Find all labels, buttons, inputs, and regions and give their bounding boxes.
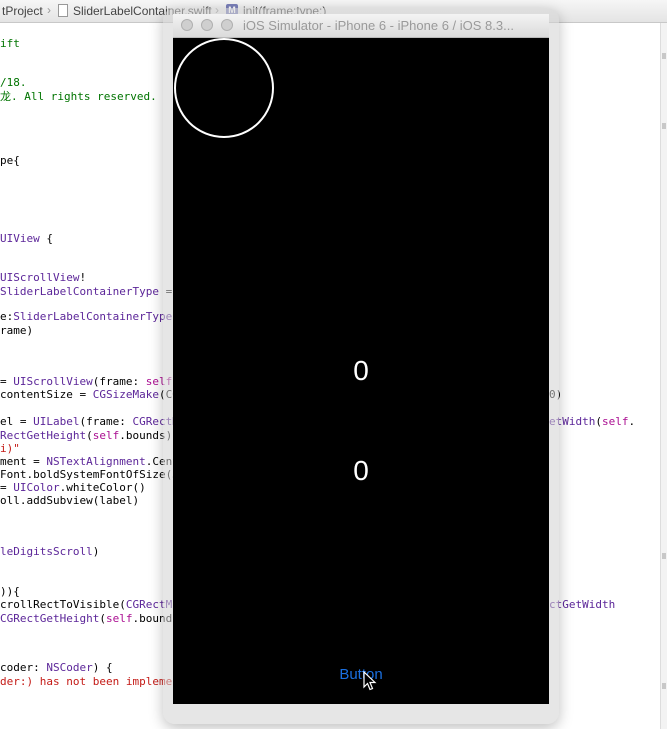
code-token: (frame: <box>92 375 146 388</box>
code-line: = UIColor.whiteColor() <box>0 481 146 494</box>
mouse-cursor-icon <box>363 671 377 691</box>
code-token: CGSizeMake <box>92 388 159 401</box>
code-token: (frame: <box>79 415 133 428</box>
code-token: ! <box>79 271 87 284</box>
code-token: SliderLabelContainerType <box>13 310 173 323</box>
code-token: UIScrollView <box>13 375 93 388</box>
code-token: contentSize = <box>0 388 93 401</box>
code-token: leDigitsScroll <box>0 545 93 558</box>
code-line: ment = NSTextAlignment.Cent <box>0 455 179 468</box>
code-token: ) { <box>92 661 113 674</box>
code-line: UIScrollView! <box>0 271 86 284</box>
code-token: ment = <box>0 455 47 468</box>
code-line: RectGetHeight(self.bounds)) <box>0 429 179 442</box>
ruler-mark <box>662 53 666 59</box>
digit-label-top: 0 <box>353 355 369 386</box>
code-line: crollRectToVisible(CGRectM <box>0 598 172 611</box>
code-token: ift <box>0 37 20 50</box>
simulator-titlebar[interactable]: iOS Simulator - iPhone 6 - iPhone 6 / iO… <box>173 14 549 38</box>
code-line: rame) <box>0 324 33 337</box>
code-token: self <box>601 415 629 428</box>
code-token: /18. <box>0 76 27 89</box>
code-token: 龙. All rights reserved. <box>0 90 157 103</box>
code-token: = <box>0 375 14 388</box>
code-token: crollRectToVisible( <box>0 598 126 611</box>
code-line: e:SliderLabelContainerType) <box>0 310 179 323</box>
code-token: CGRectGetHeight <box>0 612 100 625</box>
code-token: NSTextAlignment <box>46 455 146 468</box>
code-token: UIColor <box>13 481 60 494</box>
code-line: CGRectGetHeight(self.bounds <box>0 612 179 625</box>
code-line: el = UILabel(frame: CGRectM <box>0 415 179 428</box>
code-token: rame) <box>0 324 34 337</box>
code-token: oll.addSubview(label) <box>0 494 140 507</box>
code-line: /18. <box>0 76 27 89</box>
ruler-mark <box>662 553 666 559</box>
simulator-window: iOS Simulator - iPhone 6 - iPhone 6 / iO… <box>173 14 549 704</box>
code-token: der:) has not been implemen <box>0 675 179 688</box>
code-line: coder: NSCoder) { <box>0 661 113 674</box>
code-token: Font.boldSystemFontOfSize(3 <box>0 468 179 481</box>
code-token: UIScrollView <box>0 271 80 284</box>
zoom-button[interactable] <box>221 19 233 31</box>
code-token: self <box>105 612 133 625</box>
code-token: UIView <box>0 232 40 245</box>
code-token: . <box>628 415 636 428</box>
code-line: pe{ <box>0 154 20 167</box>
code-token: self <box>92 429 120 442</box>
code-line: oll.addSubview(label) <box>0 494 139 507</box>
code-token: { <box>39 232 53 245</box>
code-line: i)" <box>0 442 20 455</box>
editor-overview-ruler[interactable] <box>660 23 667 729</box>
code-line: SliderLabelContainerType = <box>0 285 172 298</box>
code-token: SliderLabelContainerType <box>0 285 159 298</box>
code-token: pe{ <box>0 154 20 167</box>
code-line: )){ <box>0 585 20 598</box>
code-token: = <box>0 481 14 494</box>
swift-file-icon <box>58 4 68 17</box>
code-line: Font.boldSystemFontOfSize(3 <box>0 468 179 481</box>
code-token: ( <box>595 415 602 428</box>
minimize-button[interactable] <box>201 19 213 31</box>
code-token: NSCoder <box>46 661 93 674</box>
jumpbar-separator: › <box>47 3 51 17</box>
circle-outline <box>174 38 274 138</box>
code-token: el = <box>0 415 34 428</box>
jumpbar-project[interactable]: tProject <box>2 4 43 18</box>
code-token: RectGetHeight <box>0 429 87 442</box>
code-line: etWidth(self. <box>549 415 635 428</box>
device-screen[interactable]: 0 0 Button <box>173 38 549 704</box>
close-button[interactable] <box>181 19 193 31</box>
code-token: ( <box>86 429 93 442</box>
code-line: 龙. All rights reserved. <box>0 90 157 103</box>
ruler-mark <box>662 123 666 129</box>
code-token: .whiteColor() <box>59 481 146 494</box>
app-button[interactable]: Button <box>173 666 549 683</box>
simulator-title: iOS Simulator - iPhone 6 - iPhone 6 / iO… <box>243 18 514 33</box>
code-line: leDigitsScroll) <box>0 545 99 558</box>
code-token: e: <box>0 310 14 323</box>
code-line: = UIScrollView(frame: self. <box>0 375 179 388</box>
digit-label-bottom: 0 <box>353 455 369 486</box>
code-line: UIView { <box>0 232 53 245</box>
code-token: ) <box>92 545 100 558</box>
code-token: i)" <box>0 442 20 455</box>
code-token: )){ <box>0 585 20 598</box>
code-line: ift <box>0 37 20 50</box>
code-line: der:) has not been implemen <box>0 675 179 688</box>
code-line: contentSize = CGSizeMake(CG <box>0 388 179 401</box>
code-token: ( <box>99 612 106 625</box>
code-token: coder: <box>0 661 47 674</box>
code-token: UILabel <box>33 415 80 428</box>
ruler-mark <box>662 683 666 689</box>
